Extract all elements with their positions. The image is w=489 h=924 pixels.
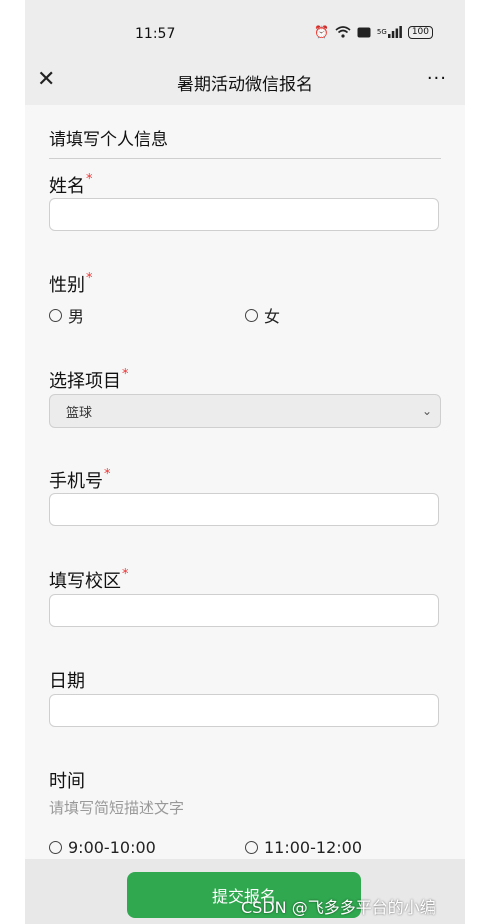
radio-circle-icon <box>49 308 62 322</box>
phone-label: 手机号* <box>49 467 111 492</box>
date-label: 日期 <box>49 671 85 692</box>
status-icons: ⏰ 5G 100 <box>314 25 433 39</box>
status-time: 11:57 <box>135 26 176 42</box>
page-title: 暑期活动微信报名 <box>177 75 313 95</box>
name-field[interactable] <box>49 198 439 231</box>
navigation-bar: ✕ 暑期活动微信报名 ··· <box>25 58 465 105</box>
required-mark: * <box>122 567 129 582</box>
status-bar: 11:57 ⏰ 5G 100 <box>25 0 465 60</box>
hd-icon <box>357 27 371 38</box>
required-mark: * <box>86 172 93 187</box>
required-mark: * <box>104 467 111 482</box>
time-option-1[interactable]: 9:00-10:00 <box>49 838 156 857</box>
radio-circle-icon <box>245 308 258 322</box>
required-mark: * <box>86 271 93 286</box>
section-title: 请填写个人信息 <box>49 125 441 159</box>
gender-option-female[interactable]: 女 <box>245 303 280 327</box>
time-label: 时间 <box>49 771 85 792</box>
gender-option-male[interactable]: 男 <box>49 303 84 327</box>
watermark: CSDN @飞多多平台的小编 <box>241 898 436 917</box>
phone-screen: 11:57 ⏰ 5G 100 ✕ 暑期活动微信报名 ··· 请填写个人信息 姓名… <box>25 0 465 924</box>
campus-label: 填写校区* <box>49 567 129 592</box>
phone-field[interactable] <box>49 493 439 526</box>
time-option-2[interactable]: 11:00-12:00 <box>245 838 362 857</box>
name-label: 姓名* <box>49 172 93 197</box>
campus-field[interactable] <box>49 594 439 627</box>
required-mark: * <box>122 367 129 382</box>
signal-icon: 5G <box>377 26 402 38</box>
project-selected-value: 篮球 <box>66 405 93 421</box>
alarm-icon: ⏰ <box>313 25 329 39</box>
gender-label: 性别* <box>49 271 93 296</box>
radio-circle-icon <box>245 841 258 854</box>
battery-icon: 100 <box>407 25 433 39</box>
chevron-down-icon: ⌄ <box>421 404 432 418</box>
wifi-icon <box>335 26 351 38</box>
project-label: 选择项目* <box>49 367 129 392</box>
project-select[interactable]: 篮球 ⌄ <box>49 394 441 428</box>
radio-circle-icon <box>49 841 62 854</box>
time-hint: 请填写简短描述文字 <box>49 799 185 817</box>
more-icon[interactable]: ··· <box>427 68 447 89</box>
date-field[interactable] <box>49 694 439 727</box>
